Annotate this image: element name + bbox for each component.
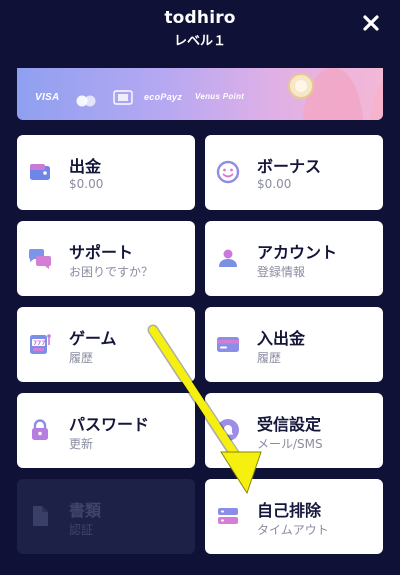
bell-icon <box>217 419 239 441</box>
self-exclusion-card[interactable]: 自己排除 タイムアウト <box>205 479 383 554</box>
card-title: 出金 <box>69 157 102 176</box>
card-title: 自己排除 <box>257 501 322 520</box>
visa-logo: VISA <box>35 92 60 103</box>
card-subtitle: $0.00 <box>69 177 104 191</box>
close-button[interactable] <box>358 10 384 36</box>
username: todhiro <box>164 8 236 28</box>
card-subtitle: 認証 <box>69 523 94 537</box>
card-title: 書類 <box>69 501 102 520</box>
game-history-card[interactable]: 777 ゲーム 履歴 <box>17 307 195 382</box>
user-level: レベル１ <box>173 34 226 49</box>
card-subtitle: 履歴 <box>69 351 94 365</box>
venus-point-logo: Venus Point <box>195 92 245 101</box>
card-title: 入出金 <box>257 329 306 348</box>
withdrawal-card[interactable]: 出金 $0.00 <box>17 135 195 210</box>
chat-bubbles-icon <box>28 249 51 269</box>
password-card[interactable]: パスワード 更新 <box>17 393 195 468</box>
card-subtitle: タイムアウト <box>257 523 329 537</box>
support-card[interactable]: サポート お困りですか？ <box>17 221 195 296</box>
wallet-icon <box>30 164 50 180</box>
bonus-card[interactable]: ボーナス $0.00 <box>205 135 383 210</box>
card-title: 受信設定 <box>257 415 322 434</box>
ecopayz-logo: ecoPayz <box>144 92 183 102</box>
slot-machine-icon: 777 <box>30 334 51 354</box>
card-subtitle: メール/SMS <box>257 437 323 451</box>
card-subtitle: $0.00 <box>257 177 292 191</box>
close-icon <box>363 15 379 31</box>
card-title: ボーナス <box>257 157 322 176</box>
document-icon <box>33 506 48 526</box>
card-title: サポート <box>69 243 134 262</box>
mastercard-logo <box>75 92 97 107</box>
card-title: パスワード <box>69 415 150 434</box>
banner-illustration <box>288 68 383 120</box>
transactions-card[interactable]: 入出金 履歴 <box>205 307 383 382</box>
smiley-icon <box>216 160 240 184</box>
bank-card-logo <box>113 90 133 105</box>
credit-card-icon <box>217 337 239 352</box>
card-subtitle: 登録情報 <box>257 265 306 279</box>
account-card[interactable]: アカウント 登録情報 <box>205 221 383 296</box>
payment-methods-banner: VISA ecoPayz Venus Point <box>17 68 383 120</box>
documents-card: 書類 認証 <box>17 479 195 554</box>
card-title: ゲーム <box>69 329 117 348</box>
notification-settings-card[interactable]: 受信設定 メール/SMS <box>205 393 383 468</box>
user-icon <box>219 249 237 267</box>
svg-text:777: 777 <box>33 340 46 347</box>
card-subtitle: 更新 <box>69 437 94 451</box>
card-subtitle: 履歴 <box>257 351 282 365</box>
header: todhiro レベル１ <box>0 0 400 62</box>
self-exclusion-icon <box>218 508 238 524</box>
card-title: アカウント <box>257 243 338 262</box>
card-subtitle: お困りですか？ <box>69 265 154 279</box>
padlock-icon <box>32 419 48 440</box>
